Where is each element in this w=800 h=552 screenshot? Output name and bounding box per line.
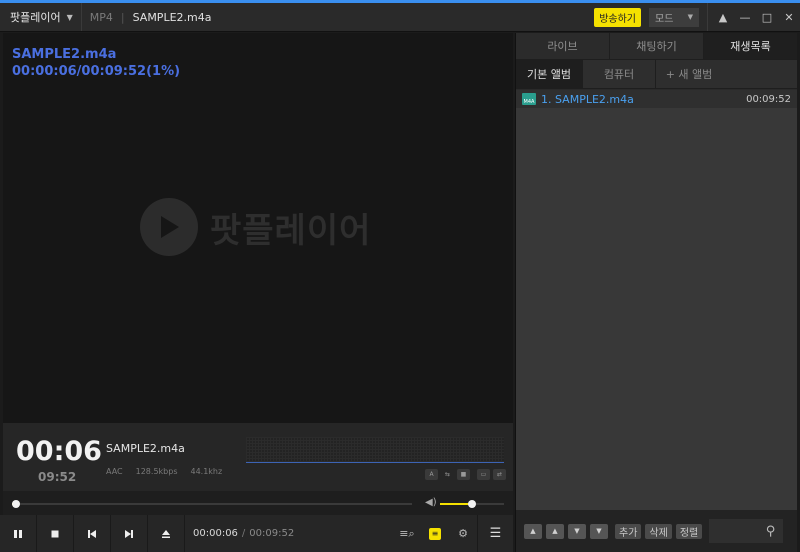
seek-bar[interactable] <box>12 500 412 508</box>
seek-handle[interactable] <box>12 500 20 508</box>
tab-chat[interactable]: 채팅하기 <box>610 33 704 59</box>
previous-button[interactable] <box>74 515 111 552</box>
format-label: MP4 <box>89 10 113 24</box>
pin-icon[interactable]: ▲ <box>712 3 734 31</box>
subtitle-icon: ≡ <box>429 527 441 540</box>
bitrate-label: 128.5kbps <box>135 467 178 476</box>
titlebar: 팟플레이어 ▼ MP4 | SAMPLE2.m4a 방송하기 모드 ▼ ▲ — … <box>0 3 800 32</box>
time-display: 00:00:06/00:09:52 <box>193 528 294 539</box>
watermark: 팟플레이어 <box>140 198 371 256</box>
watermark-text: 팟플레이어 <box>210 210 372 251</box>
repeat-a-icon[interactable]: A <box>425 469 438 480</box>
repeat-icon[interactable]: ⇆ <box>441 469 454 480</box>
osd-overlay: SAMPLE2.m4a 00:00:06/00:09:52(1%) <box>12 46 180 80</box>
volume-slider[interactable] <box>440 500 504 508</box>
info-panel: 00:06 09:52 SAMPLE2.m4a AAC 128.5kbps 44… <box>3 423 513 491</box>
time-total: 00:09:52 <box>249 528 295 539</box>
tab-live[interactable]: 라이브 <box>516 33 610 59</box>
subtitle-button[interactable]: ≡ <box>421 515 449 552</box>
osd-filename: SAMPLE2.m4a <box>12 47 117 62</box>
volume-icon[interactable]: ◀) <box>425 497 437 508</box>
pause-icon <box>14 529 22 538</box>
chevron-down-icon: ▼ <box>66 12 73 22</box>
playlist-toolbar: ▲ ▲ ▼ ▼ 추가 삭제 정렬 ⚲ <box>516 510 797 552</box>
right-panel: 라이브 채팅하기 재생목록 기본 앨범 컴퓨터 + 새 앨범 M4A 1. SA… <box>515 33 797 552</box>
samplerate-label: 44.1khz <box>190 467 223 476</box>
minimize-icon[interactable]: — <box>734 3 756 31</box>
volume-handle[interactable] <box>468 500 476 508</box>
pause-button[interactable] <box>0 515 37 552</box>
chevron-down-icon: ▼ <box>687 13 693 21</box>
prev-icon <box>88 529 96 538</box>
time-separator: / <box>241 528 246 539</box>
mode-label: 모드 <box>655 13 674 25</box>
time-current: 00:00:06 <box>193 528 238 539</box>
file-title: SAMPLE2.m4a <box>132 10 212 24</box>
app-menu-label: 팟플레이어 <box>10 11 61 24</box>
settings-icon[interactable]: ⚙ <box>449 515 477 552</box>
stop-icon <box>51 530 59 537</box>
move-top-icon[interactable]: ▲ <box>524 523 542 539</box>
title-separator: | <box>120 10 125 24</box>
playlist-list: M4A 1. SAMPLE2.m4a 00:09:52 <box>516 90 797 510</box>
info-filename: SAMPLE2.m4a <box>106 442 185 455</box>
next-icon <box>125 529 133 538</box>
audio-file-icon: M4A <box>522 93 536 105</box>
move-up-icon[interactable]: ▲ <box>546 523 564 539</box>
spectrum-visualizer <box>246 437 504 463</box>
move-bottom-icon[interactable]: ▼ <box>590 523 608 539</box>
shuffle-box-icon[interactable]: ■ <box>457 469 470 480</box>
sort-button[interactable]: 정렬 <box>675 523 703 539</box>
screen-icon[interactable]: ▭ <box>477 469 490 480</box>
subtab-default-album[interactable]: 기본 앨범 <box>516 60 583 88</box>
seek-row: ◀) <box>3 491 513 515</box>
album-tabs: 기본 앨범 컴퓨터 + 새 앨범 <box>516 60 797 89</box>
stop-button[interactable] <box>37 515 74 552</box>
osd-time: 00:00:06/00:09:52(1%) <box>12 64 181 79</box>
play-icon <box>140 198 198 256</box>
playlist-search-icon[interactable]: ≡⌕ <box>393 515 421 552</box>
shuffle-icon[interactable]: ⇄ <box>493 469 506 480</box>
audio-meta: AAC 128.5kbps 44.1khz <box>106 467 222 476</box>
panel-tabs: 라이브 채팅하기 재생목록 <box>516 33 797 60</box>
total-time-small: 09:52 <box>38 470 77 484</box>
playlist-item[interactable]: M4A 1. SAMPLE2.m4a 00:09:52 <box>516 90 797 108</box>
codec-label: AAC <box>106 467 123 476</box>
subtab-new-album[interactable]: + 새 앨범 <box>656 60 722 88</box>
playlist-search-input[interactable]: ⚲ <box>709 519 784 543</box>
maximize-icon[interactable]: □ <box>756 3 778 31</box>
close-icon[interactable]: ✕ <box>778 3 800 31</box>
search-icon: ⚲ <box>765 523 776 539</box>
eject-button[interactable] <box>148 515 185 552</box>
playlist-item-duration: 00:09:52 <box>746 93 791 105</box>
delete-button[interactable]: 삭제 <box>645 523 672 539</box>
control-bar: 00:00:06/00:09:52 ≡⌕ ≡ ⚙ ☰ <box>0 515 513 552</box>
next-button[interactable] <box>111 515 148 552</box>
video-area[interactable]: SAMPLE2.m4a 00:00:06/00:09:52(1%) 팟플레이어 <box>3 33 513 423</box>
subtab-computer[interactable]: 컴퓨터 <box>583 60 656 88</box>
add-button[interactable]: 추가 <box>615 523 642 539</box>
mode-dropdown[interactable]: 모드 ▼ <box>649 7 699 27</box>
move-down-icon[interactable]: ▼ <box>568 523 586 539</box>
menu-icon[interactable]: ☰ <box>477 515 513 552</box>
app-menu-button[interactable]: 팟플레이어 ▼ <box>0 3 82 31</box>
broadcast-button[interactable]: 방송하기 <box>594 7 641 27</box>
tab-playlist[interactable]: 재생목록 <box>704 33 797 59</box>
eject-icon <box>162 529 170 538</box>
current-time-large: 00:06 <box>16 436 102 467</box>
playlist-item-name: 1. SAMPLE2.m4a <box>541 92 634 106</box>
